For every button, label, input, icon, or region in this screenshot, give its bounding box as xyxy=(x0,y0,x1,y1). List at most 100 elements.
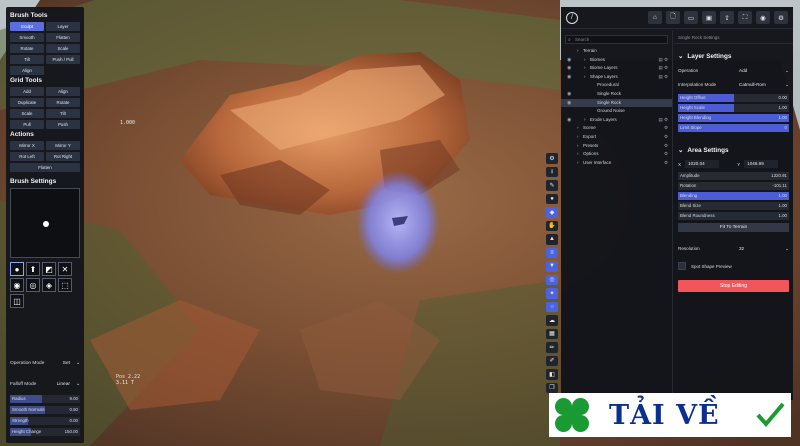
brush-shape-icon[interactable]: ◉ xyxy=(10,278,24,292)
brush-shape-icon[interactable]: ◫ xyxy=(10,294,24,308)
rot-right-button[interactable]: Rot Right xyxy=(46,152,80,161)
sculpt-tool-icon[interactable]: ◆ xyxy=(546,207,558,218)
tree-item[interactable]: ◉ › Biomes ▤ ⚙ xyxy=(561,56,672,65)
settings-icon[interactable]: ⚙ xyxy=(664,124,668,133)
flatten-button[interactable]: Flatten xyxy=(10,163,80,172)
mirror-y-button[interactable]: Mirror Y xyxy=(46,141,80,150)
fit-to-terrain-button[interactable]: Fit To Terrain xyxy=(678,223,789,232)
settings-icon[interactable]: ⚙ xyxy=(664,150,668,159)
align-button[interactable]: Align xyxy=(46,87,80,96)
settings-gear-icon[interactable]: ⚙ xyxy=(546,153,558,164)
y-input[interactable]: 1046.99 xyxy=(744,160,779,168)
settings-icon[interactable]: ⚙ xyxy=(664,142,668,151)
flatten-button[interactable]: Flatten xyxy=(46,33,80,42)
brush-shape-icon[interactable]: ◩ xyxy=(42,262,56,276)
height-scale-slider[interactable]: Height Scale 1.00 xyxy=(678,104,789,112)
download-icon[interactable]: ⭳ xyxy=(546,166,558,177)
grid-icon[interactable]: ▦ xyxy=(546,328,558,339)
layer-actions-icon[interactable]: ▤ ⚙ xyxy=(658,64,668,73)
tree-item[interactable]: ◉ Single Rock xyxy=(561,90,672,99)
layer-settings-header[interactable]: ⌄ Layer Settings xyxy=(678,52,789,61)
export-icon[interactable]: ⇪ xyxy=(720,11,734,24)
interpolation-dropdown[interactable]: Interpolation Mode Catmull-Rom ⌄ xyxy=(678,80,789,90)
tree-item[interactable]: › Presets ⚙ xyxy=(561,142,672,151)
height-blending-slider[interactable]: Height Blending 1.00 xyxy=(678,114,789,122)
push-pull-button[interactable]: Push / Pull xyxy=(46,55,80,64)
height-change-slider[interactable]: Height Change 150.00 xyxy=(10,428,80,436)
tree-item[interactable]: › Options ⚙ xyxy=(561,150,672,159)
strength-slider[interactable]: Strength 0.00 xyxy=(10,417,80,425)
tilt-button[interactable]: Tilt xyxy=(46,109,80,118)
align-button[interactable]: Align xyxy=(10,66,44,75)
scale-button[interactable]: Scale xyxy=(46,44,80,53)
settings-icon[interactable]: ⚙ xyxy=(664,133,668,142)
falloff-mode-row[interactable]: Falloff Mode Linear ⌄ xyxy=(10,379,80,389)
mirror-x-button[interactable]: Mirror X xyxy=(10,141,44,150)
open-folder-icon[interactable]: ▭ xyxy=(684,11,698,24)
tree-item[interactable]: ◉ › Erode Layers ▤ ⚙ xyxy=(561,116,672,125)
tree-item[interactable]: Ground Noise xyxy=(561,107,672,116)
copy-icon[interactable]: ❐ xyxy=(546,382,558,393)
rot-left-button[interactable]: Rot Left xyxy=(10,152,44,161)
eye-icon[interactable]: ◉ xyxy=(567,99,571,108)
spot-shape-preview-checkbox[interactable]: Spot Shape Preview xyxy=(678,262,789,270)
settings-icon[interactable]: ⚙ xyxy=(664,159,668,168)
brush-shape-icon[interactable]: ✕ xyxy=(58,262,72,276)
layer-actions-icon[interactable]: ▤ ⚙ xyxy=(658,73,668,82)
radius-slider[interactable]: Radius 9.00 xyxy=(10,395,80,403)
smooth-normals-slider[interactable]: Smooth Normals 0.50 xyxy=(10,406,80,414)
pull-button[interactable]: Pull xyxy=(10,120,44,129)
brush-shape-icon[interactable]: ◎ xyxy=(26,278,40,292)
car-icon[interactable]: ◧ xyxy=(546,369,558,380)
x-input[interactable]: 1020.04 xyxy=(685,160,720,168)
height-offset-slider[interactable]: Height Offset 0.00 xyxy=(678,94,789,102)
tree-item[interactable]: Procedural xyxy=(561,81,672,90)
area-settings-header[interactable]: ⌄ Area Settings xyxy=(678,146,789,155)
eye-icon[interactable]: ◉ xyxy=(567,116,571,125)
rotation-slider[interactable]: Rotation -101.11 xyxy=(678,182,789,190)
tree-item[interactable]: ◉ › Shape Layers ▤ ⚙ xyxy=(561,73,672,82)
operation-mode-row[interactable]: Operation Mode Set ⌄ xyxy=(10,358,80,368)
rotate-button[interactable]: Rotate xyxy=(10,44,44,53)
rotate-button[interactable]: Rotate xyxy=(46,98,80,107)
home-icon[interactable]: ⌂ xyxy=(648,11,662,24)
camera-icon[interactable]: ◉ xyxy=(756,11,770,24)
layer-actions-icon[interactable]: ▤ ⚙ xyxy=(658,56,668,65)
blend-size-slider[interactable]: Blend Size 1.00 xyxy=(678,202,789,210)
eye-icon[interactable]: ◉ xyxy=(567,64,571,73)
eye-icon[interactable]: ◉ xyxy=(567,90,571,99)
brush-shape-icon[interactable]: ⬆ xyxy=(26,262,40,276)
outliner-search-input[interactable]: ⌕ Search xyxy=(565,35,668,44)
blend-roundness-slider[interactable]: Blend Roundness 1.00 xyxy=(678,212,789,220)
new-file-icon[interactable]: 🗋 xyxy=(666,11,680,24)
tree-item[interactable]: › User Interface ⚙ xyxy=(561,159,672,168)
layer-button[interactable]: Layer xyxy=(46,22,80,31)
layer-actions-icon[interactable]: ▤ ⚙ xyxy=(658,116,668,125)
drop-icon[interactable]: ● xyxy=(546,193,558,204)
layers-icon[interactable]: ≡ xyxy=(546,247,558,258)
add-button[interactable]: Add xyxy=(10,87,44,96)
push-button[interactable]: Push xyxy=(46,120,80,129)
tilt-button[interactable]: Tilt xyxy=(10,55,44,64)
scale-button[interactable]: Scale xyxy=(10,109,44,118)
brush-shape-icon[interactable]: ⬚ xyxy=(58,278,72,292)
tree-item[interactable]: ◉ › Biome Layers ▤ ⚙ xyxy=(561,64,672,73)
save-icon[interactable]: ▣ xyxy=(702,11,716,24)
paint-icon[interactable]: ✐ xyxy=(546,355,558,366)
resolution-dropdown[interactable]: Resolution 32 ⌄ xyxy=(678,244,789,254)
sculpt-button[interactable]: Sculpt xyxy=(10,22,44,31)
pencil-icon[interactable]: ✏ xyxy=(546,342,558,353)
mountain-icon[interactable]: ▲ xyxy=(546,234,558,245)
eye-icon[interactable]: ◉ xyxy=(567,56,571,65)
stop-editing-button[interactable]: Stop Editing xyxy=(678,280,789,292)
duplicate-button[interactable]: Duplicate xyxy=(10,98,44,107)
tree-item[interactable]: › Terrain xyxy=(561,47,672,56)
fullscreen-icon[interactable]: ⛶ xyxy=(738,11,752,24)
limit-slope-slider[interactable]: Limit Slope 0 xyxy=(678,124,789,132)
target-icon[interactable]: ◎ xyxy=(546,274,558,285)
blending-slider[interactable]: Blending 1.00 xyxy=(678,192,789,200)
brush-icon[interactable]: ✎ xyxy=(546,180,558,191)
nodes-icon[interactable]: ✦ xyxy=(546,288,558,299)
tree-item[interactable]: ◉ Single Rock xyxy=(561,98,672,108)
brush-shape-icon[interactable]: ◈ xyxy=(42,278,56,292)
